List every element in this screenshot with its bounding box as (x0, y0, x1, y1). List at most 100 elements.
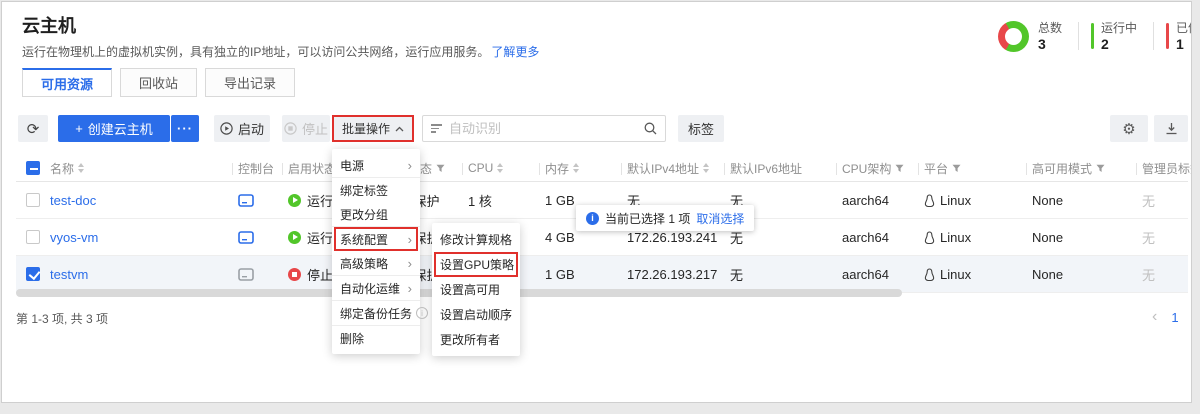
menu-item-change-group[interactable]: 更改分组 (332, 202, 420, 226)
column-header-cpu-arch[interactable]: CPU架构 (836, 155, 918, 181)
system-config-submenu: 修改计算规格 设置GPU策略 设置高可用 设置启动顺序 更改所有者 (432, 223, 520, 356)
running-color-bar (1091, 23, 1094, 49)
sort-icon[interactable] (573, 163, 579, 173)
menu-item-automation-ops[interactable]: 自动化运维 › (332, 276, 420, 300)
memory-value: 1 GB (545, 267, 575, 282)
cpu-value: 1 核 (468, 191, 492, 210)
ellipsis-icon: ··· (177, 121, 193, 136)
vm-status-donut-chart (998, 21, 1029, 52)
batch-operations-button[interactable]: 批量操作 (332, 115, 414, 142)
column-header-console: 控制台 (232, 155, 282, 181)
tag-label: 标签 (688, 119, 714, 138)
arch-value: aarch64 (842, 193, 889, 208)
tag-button[interactable]: 标签 (678, 115, 724, 142)
stat-total-label: 总数 (1038, 21, 1062, 36)
submenu-item-set-gpu-policy[interactable]: 设置GPU策略 (432, 252, 520, 277)
refresh-button[interactable]: ⟳ (18, 115, 48, 142)
menu-item-bind-backup-task[interactable]: 绑定备份任务i (332, 301, 420, 325)
console-icon[interactable] (238, 194, 254, 207)
column-header-cpu[interactable]: CPU (462, 155, 539, 181)
start-vm-button[interactable]: 启动 (214, 115, 270, 142)
tab-available-resources[interactable]: 可用资源 (22, 68, 112, 97)
row-checkbox[interactable] (26, 193, 40, 207)
create-more-options-button[interactable]: ··· (171, 115, 199, 142)
platform-value: Linux (940, 230, 971, 245)
filter-icon[interactable] (952, 164, 961, 173)
table-header-row: 名称 控制台 启用状态 保护状态 CPU 内存 默认IPv4地址 默认IPv6地… (16, 155, 1188, 182)
tab-recycle-bin[interactable]: 回收站 (120, 68, 197, 97)
column-header-memory[interactable]: 内存 (539, 155, 621, 181)
stat-stopped-value: 1 (1176, 36, 1192, 52)
submenu-item-set-boot-order[interactable]: 设置启动顺序 (432, 302, 520, 327)
learn-more-link[interactable]: 了解更多 (491, 45, 539, 59)
current-page-button[interactable]: 1 (1171, 310, 1178, 325)
chevron-right-icon: › (408, 281, 412, 296)
filter-icon[interactable] (895, 164, 904, 173)
menu-item-system-config[interactable]: 系统配置› (332, 227, 420, 251)
status-running-icon (288, 194, 301, 207)
menu-item-label: 设置高可用 (440, 281, 500, 298)
stat-total-value: 3 (1038, 36, 1062, 52)
sort-icon[interactable] (497, 163, 503, 173)
page-description: 运行在物理机上的虚拟机实例，具有独立的IP地址，可以访问公共网络，运行应用服务。… (22, 43, 539, 60)
select-all-checkbox[interactable] (26, 161, 40, 175)
submenu-item-modify-compute-spec[interactable]: 修改计算规格 (432, 227, 520, 252)
search-box (422, 115, 666, 142)
submenu-item-change-owner[interactable]: 更改所有者 (432, 327, 520, 352)
deselect-link[interactable]: 取消选择 (696, 210, 744, 227)
menu-item-delete[interactable]: 删除 (332, 326, 420, 350)
column-header-ha-mode[interactable]: 高可用模式 (1026, 155, 1136, 181)
header-label: 启用状态 (288, 160, 336, 177)
pagination-summary: 第 1-3 项, 共 3 项 (16, 310, 108, 327)
menu-item-power[interactable]: 电源› (332, 153, 420, 177)
chevron-up-icon (395, 126, 404, 132)
ha-value: None (1032, 193, 1063, 208)
menu-item-advanced-policy[interactable]: 高级策略› (332, 251, 420, 275)
console-icon[interactable] (238, 268, 254, 281)
menu-item-label: 自动化运维 (340, 280, 400, 297)
sort-icon[interactable] (78, 163, 84, 173)
menu-item-label: 绑定标签 (340, 182, 388, 199)
stop-vm-button[interactable]: 停止 (282, 115, 330, 142)
menu-item-label: 系统配置 (340, 231, 388, 248)
vm-name-link[interactable]: vyos-vm (50, 230, 98, 245)
row-checkbox[interactable] (26, 267, 40, 281)
column-header-name[interactable]: 名称 (50, 155, 232, 181)
table-settings-button[interactable]: ⚙ (1110, 115, 1148, 142)
row-checkbox[interactable] (26, 230, 40, 244)
selection-tooltip: i 当前已选择 1 项 取消选择 (576, 205, 754, 231)
search-icon[interactable] (644, 122, 657, 135)
export-download-button[interactable] (1154, 115, 1188, 142)
search-input[interactable] (449, 121, 637, 136)
platform-value: Linux (940, 267, 971, 282)
header-label: 内存 (545, 160, 569, 177)
stat-running: 运行中 2 (1101, 21, 1137, 52)
vm-name-link[interactable]: testvm (50, 267, 88, 282)
batch-operations-menu: 电源› 绑定标签 更改分组 系统配置› 高级策略› 自动化运维 › 绑定备份任务i… (332, 149, 420, 354)
vm-name-link[interactable]: test-doc (50, 193, 96, 208)
menu-item-bind-tag[interactable]: 绑定标签 (332, 178, 420, 202)
menu-item-label: 绑定备份任务 (340, 305, 412, 322)
menu-item-label: 修改计算规格 (440, 231, 512, 248)
menu-item-label: 删除 (340, 330, 364, 347)
stat-running-label: 运行中 (1101, 21, 1137, 36)
table-row-selected: testvm 停止 未保护 1 GB 172.26.193.217 无 aarc… (16, 256, 1188, 293)
column-header-ipv4[interactable]: 默认IPv4地址 (621, 155, 724, 181)
header-label: 默认IPv6地址 (730, 160, 802, 177)
linux-penguin-icon (924, 194, 935, 207)
platform-value: Linux (940, 193, 971, 208)
memory-value: 1 GB (545, 193, 575, 208)
info-circle-icon: i (416, 307, 428, 319)
filter-icon[interactable] (436, 164, 445, 173)
sort-icon[interactable] (703, 163, 709, 173)
filter-icon[interactable] (1096, 164, 1105, 173)
stopped-color-bar (1166, 23, 1169, 49)
status-running-icon (288, 231, 301, 244)
column-header-platform[interactable]: 平台 (918, 155, 1026, 181)
submenu-item-set-high-availability[interactable]: 设置高可用 (432, 277, 520, 302)
create-vm-button[interactable]: +创建云主机 (58, 115, 170, 142)
prev-page-button[interactable]: ‹ (1152, 308, 1157, 326)
tab-export-records[interactable]: 导出记录 (205, 68, 295, 97)
plus-icon: + (75, 121, 83, 136)
console-icon[interactable] (238, 231, 254, 244)
